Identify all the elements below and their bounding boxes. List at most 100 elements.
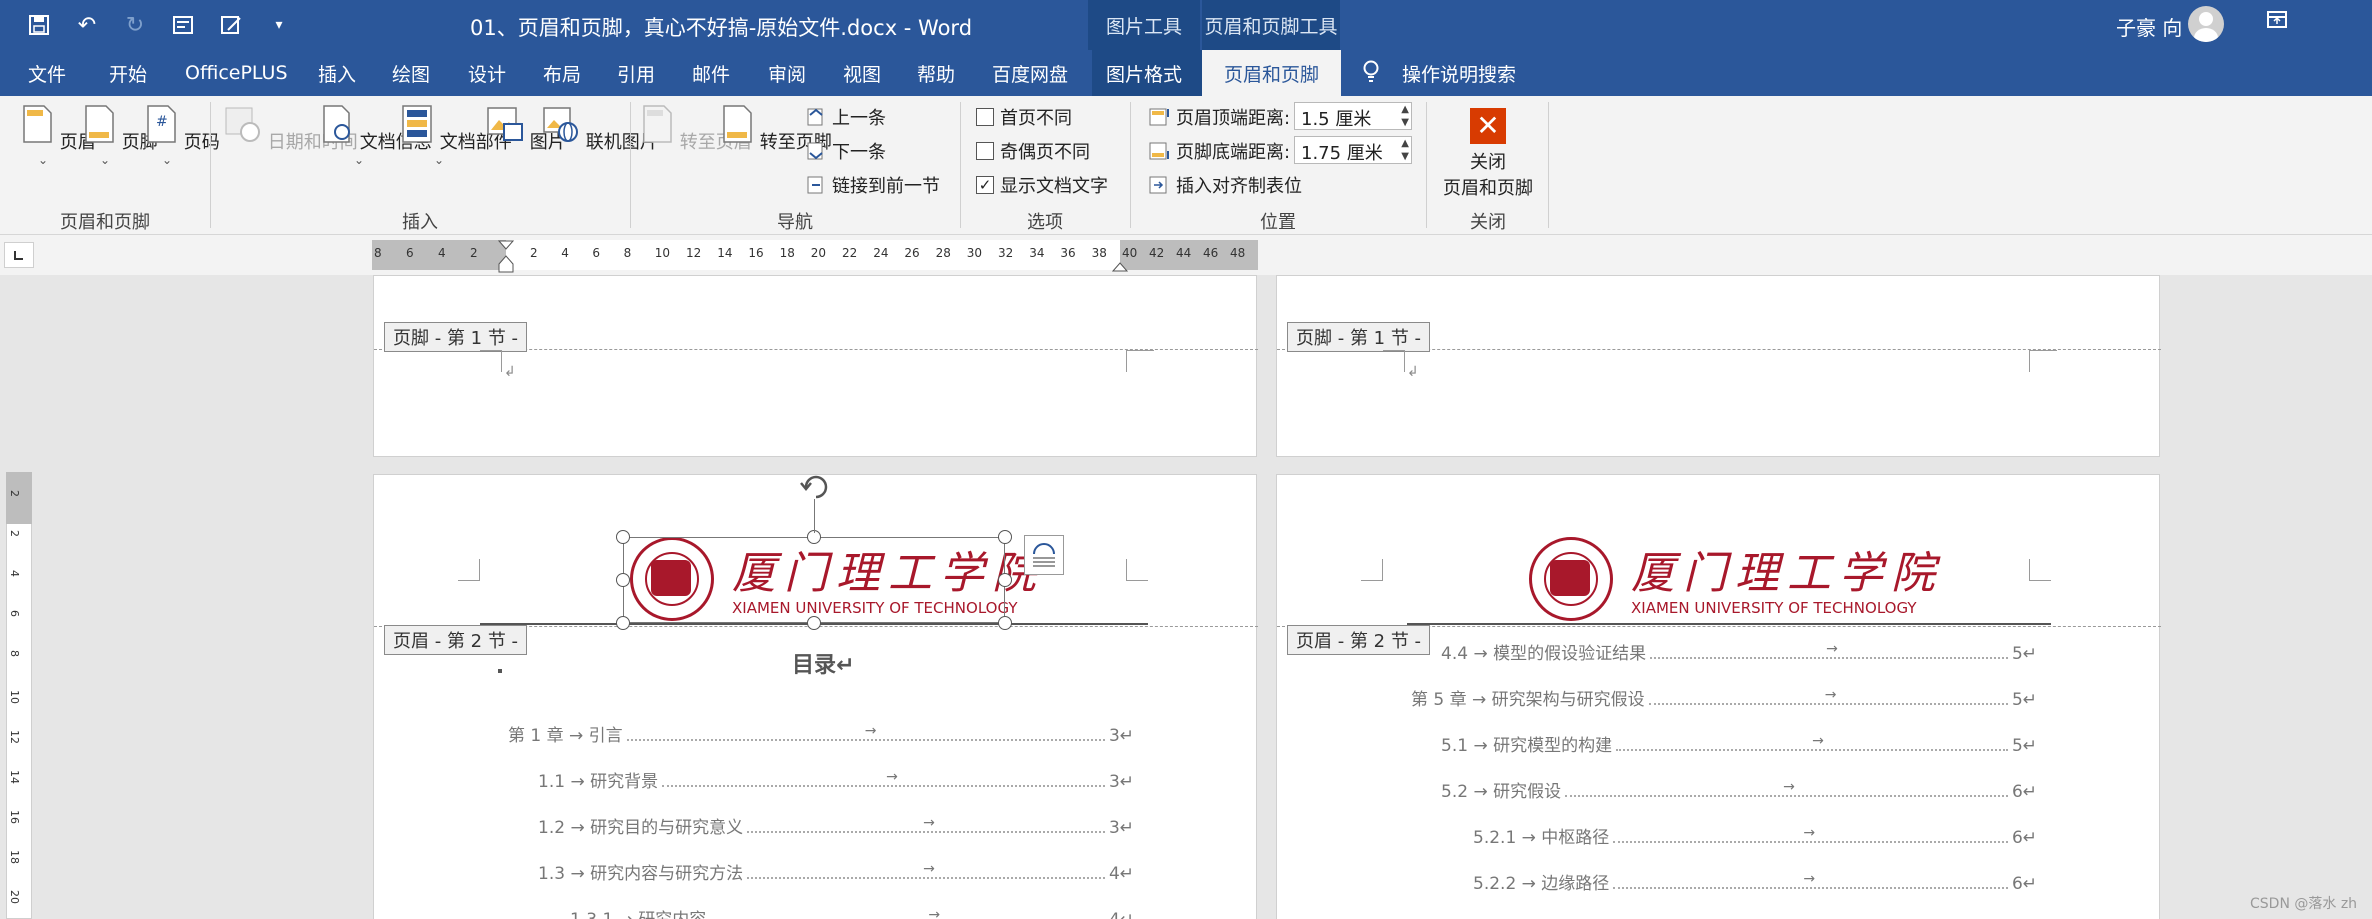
save-icon[interactable]	[22, 10, 56, 40]
layout-options-icon	[1033, 543, 1055, 567]
rotate-handle-icon[interactable]	[798, 471, 834, 501]
resize-handle[interactable]	[807, 616, 821, 630]
customize-qat-icon[interactable]: ▾	[262, 10, 296, 40]
resize-handle[interactable]	[998, 616, 1012, 630]
toc-entry[interactable]: 5.2 → 研究假设 → 6↵	[1441, 777, 2037, 802]
page-4[interactable]: 页眉 - 第 2 节 - 厦门理工学院 XIAMEN UNIVERSITY OF…	[1276, 474, 2161, 919]
show-document-text-checkbox[interactable]: ✓	[976, 176, 994, 194]
ribbon: 页眉 ⌄ 页脚 ⌄ # 页码 ⌄ 页眉和页脚 日期和时间 文档信息 ⌄ 文档部件	[0, 96, 2372, 235]
spinner-arrows-icon[interactable]: ▲ ▼	[1401, 137, 1409, 163]
header-position-row: 页眉顶端距离:	[1148, 104, 1290, 130]
go-to-footer-icon	[723, 105, 752, 143]
redo-icon[interactable]: ↻	[118, 10, 152, 40]
tab-layout[interactable]: 布局	[541, 50, 583, 96]
form-icon[interactable]	[214, 10, 248, 40]
header-from-top-value: 1.5 厘米	[1301, 109, 1372, 130]
page-2-footer-area[interactable]: 页脚 - 第 1 节 - ↲	[1276, 275, 2161, 457]
toc-entry[interactable]: 第 1 章 → 引言 → 3↵	[508, 721, 1134, 746]
toc-entry[interactable]: 第 5 章 → 研究架构与研究假设 → 5↵	[1411, 685, 2037, 710]
insert-alignment-tab-button[interactable]: 插入对齐制表位	[1148, 172, 1302, 198]
toc-entry[interactable]: 5.2.1 → 中枢路径 → 6↵	[1473, 823, 2037, 848]
tab-home[interactable]: 开始	[107, 50, 149, 96]
ruler-tick-label: 4	[561, 246, 569, 260]
footer-from-bottom-input[interactable]: 1.75 厘米 ▲ ▼	[1294, 136, 1412, 164]
header-button[interactable]: 页眉 ⌄	[20, 104, 96, 167]
resize-handle[interactable]	[616, 573, 630, 587]
online-picture-icon	[543, 107, 578, 142]
tab-view[interactable]: 视图	[841, 50, 883, 96]
page-1-footer-area[interactable]: 页脚 - 第 1 节 - ↲	[373, 275, 1258, 457]
layout-options-button[interactable]	[1024, 535, 1064, 575]
tab-help[interactable]: 帮助	[915, 50, 957, 96]
previous-section-button[interactable]: 上一条	[806, 104, 886, 130]
tab-draw[interactable]: 绘图	[390, 50, 432, 96]
toc-entry[interactable]: 1.3 → 研究内容与研究方法 → 4↵	[538, 859, 1134, 884]
crop-mark	[1126, 559, 1148, 581]
indent-marker-icon[interactable]	[498, 240, 514, 274]
tab-picture-format[interactable]: 图片格式	[1092, 50, 1202, 96]
tab-header-footer[interactable]: 页眉和页脚	[1202, 50, 1342, 96]
tab-references[interactable]: 引用	[615, 50, 657, 96]
toc-entry[interactable]: 1.1 → 研究背景 → 3↵	[538, 767, 1134, 792]
tab-baidu-netdisk[interactable]: 百度网盘	[990, 50, 1070, 96]
quick-parts-button[interactable]: 文档部件 ⌄	[400, 104, 512, 166]
logo-chinese-text: 厦门理工学院	[1631, 548, 1943, 599]
ruler-tick-label: 28	[935, 246, 951, 260]
spinner-arrows-icon[interactable]: ▲ ▼	[1401, 103, 1409, 129]
page-3[interactable]: 页眉 - 第 2 节 - 厦门理工学院 XIAMEN UNIVERSITY OF…	[373, 471, 1258, 919]
different-odd-even-option[interactable]: 奇偶页不同	[976, 138, 1090, 164]
online-pictures-button[interactable]: 联机图片	[540, 104, 658, 154]
toc-entry[interactable]: 1.3.1 → 研究内容→4↵	[570, 905, 1134, 919]
ruler-tick-label: 10	[654, 246, 671, 260]
tab-officeplus[interactable]: OfficePLUS	[183, 50, 290, 96]
vertical-ruler-tick-label: 2	[8, 530, 21, 537]
tab-file[interactable]: 文件	[26, 50, 68, 96]
resize-handle[interactable]	[616, 530, 630, 544]
undo-icon[interactable]: ↶	[70, 10, 104, 40]
different-first-page-option[interactable]: 首页不同	[976, 104, 1072, 130]
ruler-tick-label: 6	[406, 246, 414, 260]
picture-button[interactable]: 图片	[484, 104, 566, 154]
right-indent-marker-icon[interactable]	[1112, 256, 1128, 272]
toc-entry[interactable]: 5.1 → 研究模型的构建 → 5↵	[1441, 731, 2037, 756]
header-section-tag: 页眉 - 第 2 节 -	[1287, 625, 1431, 655]
resize-handle[interactable]	[998, 573, 1012, 587]
ruler-tick-label: 2	[470, 246, 478, 260]
avatar[interactable]	[2188, 6, 2224, 42]
document-info-button[interactable]: 文档信息 ⌄	[320, 104, 432, 166]
chevron-down-icon: ⌄	[99, 153, 111, 167]
date-time-button[interactable]: 日期和时间	[222, 104, 358, 154]
touch-mode-icon[interactable]	[166, 10, 200, 40]
vertical-ruler-tick-label: 20	[8, 890, 21, 904]
ribbon-display-options-icon[interactable]	[2266, 10, 2290, 32]
next-section-button[interactable]: 下一条	[806, 138, 886, 164]
toc-entry[interactable]: 5.2.2 → 边缘路径 → 6↵	[1473, 869, 2037, 894]
resize-handle[interactable]	[616, 616, 630, 630]
footer-button[interactable]: 页脚 ⌄	[82, 104, 158, 167]
go-to-header-button[interactable]: 转至页眉	[640, 104, 752, 154]
resize-handle[interactable]	[998, 530, 1012, 544]
tell-me-search[interactable]: 操作说明搜索	[1400, 50, 1518, 96]
tab-mailings[interactable]: 邮件	[690, 50, 732, 96]
picture-selection-frame[interactable]	[623, 537, 1005, 623]
tab-review[interactable]: 审阅	[766, 50, 808, 96]
different-odd-even-checkbox[interactable]	[976, 142, 994, 160]
toc-entry[interactable]: 4.4 → 模型的假设验证结果 → 5↵	[1441, 639, 2037, 664]
page-number-button[interactable]: # 页码 ⌄	[144, 104, 220, 166]
footer-from-bottom-icon	[1149, 142, 1169, 160]
tab-design[interactable]: 设计	[466, 50, 508, 96]
crop-mark	[2029, 350, 2057, 372]
close-header-footer-button[interactable]: ✕ 关闭 页眉和页脚	[1436, 108, 1540, 200]
tab-insert[interactable]: 插入	[316, 50, 358, 96]
show-document-text-option[interactable]: ✓ 显示文档文字	[976, 172, 1108, 198]
next-icon	[807, 142, 823, 160]
school-logo[interactable]: 厦门理工学院 XIAMEN UNIVERSITY OF TECHNOLOGY	[1525, 535, 1935, 623]
chevron-down-icon: ⌄	[37, 153, 49, 167]
go-to-footer-button[interactable]: 转至页脚	[720, 104, 832, 154]
user-name[interactable]: 子豪 向	[2116, 12, 2182, 41]
toc-entry[interactable]: 1.2 → 研究目的与研究意义 → 3↵	[538, 813, 1134, 838]
tab-selector[interactable]	[4, 242, 34, 268]
link-to-previous-button[interactable]: 链接到前一节	[806, 172, 940, 198]
header-from-top-input[interactable]: 1.5 厘米 ▲ ▼	[1294, 102, 1412, 130]
different-first-page-checkbox[interactable]	[976, 108, 994, 126]
